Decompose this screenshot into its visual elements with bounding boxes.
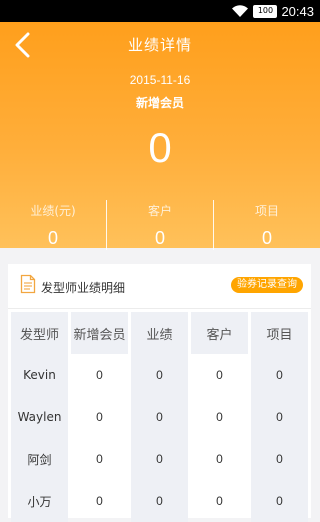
table-cell: 0 <box>96 452 103 466</box>
stat-revenue: 业绩(元) 0 <box>0 200 106 250</box>
column-header: 业绩 <box>131 312 188 354</box>
stat-value: 0 <box>47 228 58 248</box>
table-cell: 0 <box>96 410 103 424</box>
table-cell: 0 <box>251 438 308 480</box>
stat-label: 客户 <box>147 204 172 218</box>
column-header: 客户 <box>191 312 248 354</box>
table-cell: 0 <box>216 368 223 382</box>
stat-value: 0 <box>261 228 272 248</box>
table-cell: 0 <box>216 452 223 466</box>
status-bar: 100 20:43 <box>0 0 320 22</box>
stat-label: 项目 <box>254 204 279 218</box>
stat-value: 0 <box>154 228 165 248</box>
coupon-record-query-button[interactable]: 验券记录查询 <box>231 277 303 293</box>
stylist-name-cell: Waylen <box>11 396 68 438</box>
table-row: 小万 0 0 0 0 <box>11 480 308 522</box>
table-cell: 0 <box>131 480 188 522</box>
wifi-icon <box>232 5 249 17</box>
table-header-row: 发型师 新增会员 业绩 客户 项目 <box>11 312 308 354</box>
stat-projects: 项目 0 <box>213 200 320 250</box>
card-header: 发型师业绩明细 验券记录查询 <box>8 264 311 309</box>
metric-value: 0 <box>148 124 172 171</box>
table-cell: 0 <box>251 480 308 522</box>
stylist-name-cell: 小万 <box>11 480 68 522</box>
performance-table: 发型师 新增会员 业绩 客户 项目 Kevin 0 0 0 0 Waylen 0… <box>8 312 311 522</box>
stat-customers: 客户 0 <box>106 200 213 250</box>
stylist-name-cell: 阿剑 <box>11 438 68 480</box>
table-cell: 0 <box>251 396 308 438</box>
card-title: 发型师业绩明细 <box>41 281 126 295</box>
column-header: 新增会员 <box>71 312 128 354</box>
table-cell: 0 <box>216 410 223 424</box>
status-icons: 100 20:43 <box>231 0 314 22</box>
table-cell: 0 <box>96 494 103 508</box>
clock: 20:43 <box>281 3 314 19</box>
table-row: 阿剑 0 0 0 0 <box>11 438 308 480</box>
table-row: Kevin 0 0 0 0 <box>11 354 308 396</box>
table-cell: 0 <box>131 396 188 438</box>
table-row: Waylen 0 0 0 0 <box>11 396 308 438</box>
stylist-performance-card: 发型师业绩明细 验券记录查询 发型师 新增会员 业绩 客户 项目 Kevin 0… <box>8 264 311 522</box>
battery-icon: 100 <box>253 4 278 18</box>
summary-header: 业绩详情 2015-11-16 新增会员 0 业绩(元) 0 客户 0 项目 0 <box>0 22 320 250</box>
table-cell: 0 <box>131 354 188 396</box>
document-icon <box>20 274 36 294</box>
date-label: 2015-11-16 <box>129 73 191 87</box>
column-header: 项目 <box>251 312 308 354</box>
metric-label: 新增会员 <box>135 96 184 110</box>
column-header: 发型师 <box>11 312 68 354</box>
page-title: 业绩详情 <box>127 36 192 54</box>
table-cell: 0 <box>216 494 223 508</box>
stat-label: 业绩(元) <box>30 204 76 218</box>
table-cell: 0 <box>96 368 103 382</box>
stylist-name-cell: Kevin <box>11 354 68 396</box>
table-cell: 0 <box>131 438 188 480</box>
stats-row: 业绩(元) 0 客户 0 项目 0 <box>0 200 320 250</box>
table-cell: 0 <box>251 354 308 396</box>
